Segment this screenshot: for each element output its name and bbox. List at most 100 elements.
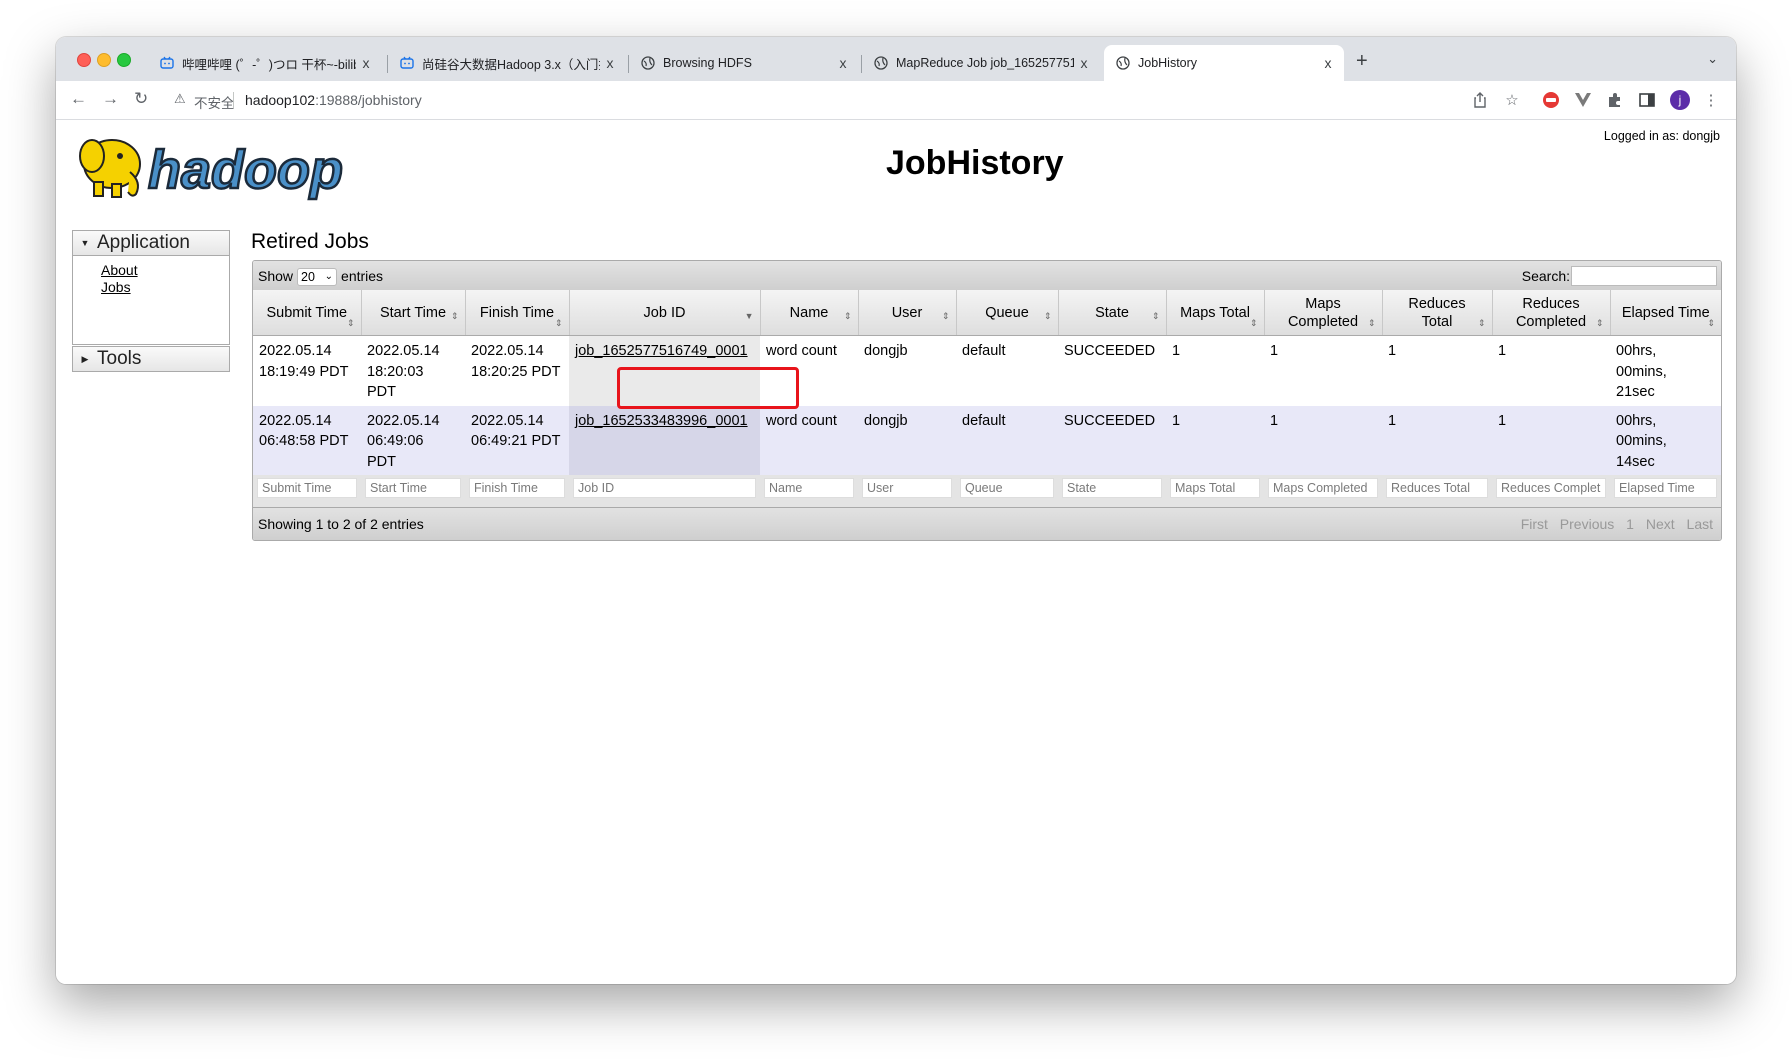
page-size-select[interactable]: 20 ⌄ bbox=[297, 267, 338, 286]
application-accordion-header[interactable]: ▼ Application bbox=[73, 231, 229, 256]
cell-user: dongjb bbox=[858, 335, 956, 406]
puzzle-extensions-icon[interactable] bbox=[1606, 91, 1624, 109]
more-menu-icon[interactable]: ⋮ bbox=[1702, 91, 1720, 109]
cell-elapsed-time: 00hrs, 00mins, 21sec bbox=[1610, 335, 1721, 406]
column-header-start-time[interactable]: Start Time ⇕ bbox=[361, 290, 466, 336]
cell-start-time: 2022.05.14 18:20:03 PDT bbox=[361, 335, 465, 406]
pager-page-1[interactable]: 1 bbox=[1626, 516, 1634, 532]
pager-previous[interactable]: Previous bbox=[1560, 516, 1614, 532]
column-header-submit-time[interactable]: Submit Time ⇕ bbox=[253, 290, 362, 336]
highlight-annotation bbox=[617, 367, 799, 409]
column-header-maps-completed[interactable]: Maps Completed ⇕ bbox=[1264, 290, 1383, 336]
filter-maps-total[interactable]: Maps Total bbox=[1170, 478, 1260, 498]
header-label: Maps bbox=[1305, 295, 1341, 312]
reload-icon[interactable]: ↻ bbox=[134, 89, 148, 109]
column-header-job-id[interactable]: Job ID ▼ bbox=[569, 290, 761, 336]
bookmark-star-icon[interactable]: ☆ bbox=[1503, 91, 1521, 109]
job-id-link[interactable]: job_1652533483996_0001 bbox=[575, 413, 748, 429]
cell-user: dongjb bbox=[858, 405, 956, 475]
column-header-queue[interactable]: Queue ⇕ bbox=[956, 290, 1059, 336]
url-path: :19888/jobhistory bbox=[315, 92, 422, 108]
sidebar-application: ▼ Application About Jobs bbox=[72, 230, 230, 345]
cell-maps-total: 1 bbox=[1166, 335, 1264, 406]
back-arrow-icon[interactable]: ← bbox=[70, 89, 87, 109]
page-content: hadoop JobHistory Logged in as: dongjb ▼… bbox=[56, 120, 1736, 984]
new-tab-button[interactable]: + bbox=[1356, 50, 1368, 73]
header-label: Finish Time bbox=[479, 304, 555, 321]
address-bar[interactable]: ⚠ 不安全 hadoop102:19888/jobhistory bbox=[162, 85, 1472, 115]
sidebar-item-about[interactable]: About bbox=[101, 262, 229, 279]
pager-first[interactable]: First bbox=[1521, 516, 1548, 532]
tab-hadoop-course[interactable]: 尚硅谷大数据Hadoop 3.x（入门搭建 x bbox=[388, 45, 626, 81]
search-input[interactable] bbox=[1571, 266, 1717, 286]
profile-avatar[interactable]: j bbox=[1670, 90, 1690, 110]
jobs-table: Submit Time ⇕ Start Time ⇕ Finish Time ⇕ Jo… bbox=[253, 290, 1721, 507]
tab-jobhistory[interactable]: JobHistory x bbox=[1104, 45, 1344, 81]
filter-name[interactable]: Name bbox=[764, 478, 854, 498]
close-window-button[interactable] bbox=[77, 53, 91, 67]
close-icon[interactable]: x bbox=[1318, 55, 1338, 71]
share-icon[interactable] bbox=[1471, 91, 1489, 109]
job-id-link[interactable]: job_1652577516749_0001 bbox=[575, 343, 748, 359]
tab-search-chevron-icon[interactable]: ⌄ bbox=[1707, 51, 1718, 67]
search-label: Search: bbox=[1521, 268, 1570, 284]
tab-browsing-hdfs[interactable]: Browsing HDFS x bbox=[629, 45, 859, 81]
filter-start-time[interactable]: Start Time bbox=[365, 478, 461, 498]
sort-icon: ⇕ bbox=[1249, 318, 1258, 328]
zoom-window-button[interactable] bbox=[117, 53, 131, 67]
column-header-state[interactable]: State ⇕ bbox=[1058, 290, 1167, 336]
filter-submit-time[interactable]: Submit Time bbox=[257, 478, 357, 498]
column-header-user[interactable]: User ⇕ bbox=[858, 290, 957, 336]
browser-window: 哔哩哔哩 (゜-゜)つロ 干杯~-bilibili x 尚硅谷大数据Hadoop… bbox=[56, 37, 1736, 984]
filter-reduces-completed[interactable]: Reduces Complet bbox=[1496, 478, 1606, 498]
filter-queue[interactable]: Queue bbox=[960, 478, 1054, 498]
column-header-name[interactable]: Name ⇕ bbox=[760, 290, 859, 336]
minimize-window-button[interactable] bbox=[97, 53, 111, 67]
sidebar-item-jobs[interactable]: Jobs bbox=[101, 279, 229, 296]
filter-reduces-total[interactable]: Reduces Total bbox=[1386, 478, 1488, 498]
forward-arrow-icon[interactable]: → bbox=[102, 89, 119, 109]
pager-next[interactable]: Next bbox=[1646, 516, 1675, 532]
column-header-elapsed-time[interactable]: Elapsed Time ⇕ bbox=[1610, 290, 1721, 336]
triangle-down-icon: ▼ bbox=[80, 238, 90, 248]
globe-icon bbox=[641, 56, 655, 70]
header-label: Completed bbox=[1287, 313, 1359, 330]
tab-strip: 哔哩哔哩 (゜-゜)つロ 干杯~-bilibili x 尚硅谷大数据Hadoop… bbox=[56, 37, 1736, 81]
filter-finish-time[interactable]: Finish Time bbox=[469, 478, 565, 498]
sidebar-tools: ▶ Tools bbox=[72, 346, 230, 372]
cell-queue: default bbox=[956, 335, 1058, 406]
tab-mapreduce-job[interactable]: MapReduce Job job_1652577516749_0001 x bbox=[862, 45, 1100, 81]
close-icon[interactable]: x bbox=[356, 55, 376, 71]
close-icon[interactable]: x bbox=[1074, 55, 1094, 71]
filter-elapsed-time[interactable]: Elapsed Time bbox=[1614, 478, 1717, 498]
tab-bilibili[interactable]: 哔哩哔哩 (゜-゜)つロ 干杯~-bilibili x bbox=[148, 45, 382, 81]
close-icon[interactable]: x bbox=[600, 55, 620, 71]
filter-state[interactable]: State bbox=[1062, 478, 1162, 498]
column-header-maps-total[interactable]: Maps Total ⇕ bbox=[1166, 290, 1265, 336]
cell-elapsed-time: 00hrs, 00mins, 14sec bbox=[1610, 405, 1721, 475]
url-text[interactable]: hadoop102:19888/jobhistory bbox=[245, 92, 422, 108]
table-row: 2022.05.14 06:48:58 PDT 2022.05.14 06:49:0… bbox=[253, 405, 1721, 475]
close-icon[interactable]: x bbox=[833, 55, 853, 71]
globe-icon bbox=[1116, 56, 1130, 70]
extension-vue-icon[interactable] bbox=[1574, 91, 1592, 109]
header-label: Name bbox=[789, 304, 829, 321]
cell-reduces-total: 1 bbox=[1382, 405, 1492, 475]
column-header-finish-time[interactable]: Finish Time ⇕ bbox=[465, 290, 570, 336]
column-header-reduces-total[interactable]: Reduces Total ⇕ bbox=[1382, 290, 1493, 336]
cell-start-time: 2022.05.14 06:49:06 PDT bbox=[361, 405, 465, 475]
extension-record-icon[interactable] bbox=[1542, 91, 1560, 109]
cell-finish-time: 2022.05.14 18:20:25 PDT bbox=[465, 335, 569, 406]
filter-job-id[interactable]: Job ID bbox=[573, 478, 756, 498]
tools-accordion-header[interactable]: ▶ Tools bbox=[73, 347, 229, 371]
sort-icon: ⇕ bbox=[1477, 318, 1486, 328]
column-header-reduces-completed[interactable]: Reduces Completed ⇕ bbox=[1492, 290, 1611, 336]
bilibili-icon bbox=[160, 56, 174, 70]
header-label: Elapsed Time bbox=[1621, 304, 1710, 321]
filter-maps-completed[interactable]: Maps Completed bbox=[1268, 478, 1378, 498]
filter-user[interactable]: User bbox=[862, 478, 952, 498]
pager-last[interactable]: Last bbox=[1687, 516, 1713, 532]
side-panel-icon[interactable] bbox=[1638, 91, 1656, 109]
logo-wordmark: hadoop bbox=[148, 140, 343, 200]
cell-maps-completed: 1 bbox=[1264, 335, 1382, 406]
